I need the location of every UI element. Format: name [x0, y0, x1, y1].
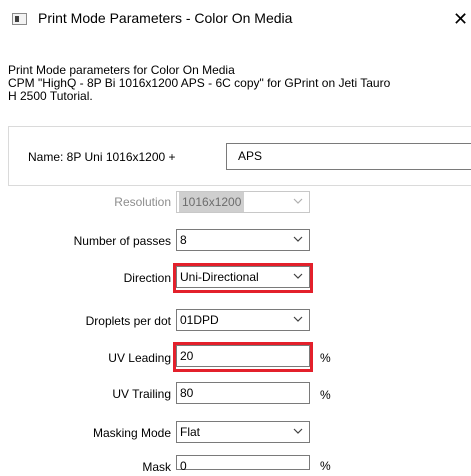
- uv-leading-unit: %: [320, 351, 331, 365]
- resolution-label: Resolution: [114, 195, 171, 209]
- name-suffix-input[interactable]: APS: [226, 143, 471, 170]
- masking-mode-value: Flat: [180, 425, 201, 439]
- chevron-down-icon: [293, 273, 303, 279]
- description-line: H 2500 Tutorial.: [8, 89, 93, 103]
- resolution-value: 1016x1200: [179, 192, 245, 212]
- uv-trailing-input[interactable]: 80: [176, 382, 310, 404]
- masking-mode-label: Masking Mode: [92, 426, 171, 440]
- window-title: Print Mode Parameters - Color On Media: [38, 10, 293, 26]
- mask-input[interactable]: 0: [176, 455, 310, 473]
- direction-label: Direction: [123, 271, 171, 285]
- app-window-icon: [12, 13, 27, 25]
- uv-leading-input[interactable]: 20: [176, 345, 310, 367]
- direction-select[interactable]: Uni-Directional: [176, 266, 310, 288]
- chevron-down-icon: [293, 236, 303, 242]
- mask-unit: %: [320, 459, 331, 473]
- passes-value: 8: [180, 233, 187, 247]
- title-bar: Print Mode Parameters - Color On Media ✕: [0, 0, 471, 38]
- description: Print Mode parameters for Color On Media…: [8, 64, 471, 103]
- chevron-down-icon: [293, 428, 303, 434]
- close-button[interactable]: ✕: [450, 6, 471, 32]
- chevron-down-icon: [293, 198, 303, 204]
- passes-select[interactable]: 8: [176, 229, 310, 251]
- name-label: Name: 8P Uni 1016x1200 +: [28, 150, 176, 164]
- mask-label: Mask: [142, 460, 171, 474]
- uv-trailing-unit: %: [320, 388, 331, 402]
- droplets-select[interactable]: 01DPD: [176, 309, 310, 331]
- uv-trailing-label: UV Trailing: [112, 387, 171, 401]
- droplets-label: Droplets per dot: [85, 314, 171, 328]
- droplets-value: 01DPD: [180, 313, 219, 327]
- chevron-down-icon: [293, 316, 303, 322]
- direction-value: Uni-Directional: [180, 270, 259, 284]
- passes-label: Number of passes: [73, 234, 171, 248]
- uv-leading-label: UV Leading: [108, 351, 171, 365]
- masking-mode-select[interactable]: Flat: [176, 421, 310, 443]
- resolution-select: 1016x1200: [176, 191, 310, 213]
